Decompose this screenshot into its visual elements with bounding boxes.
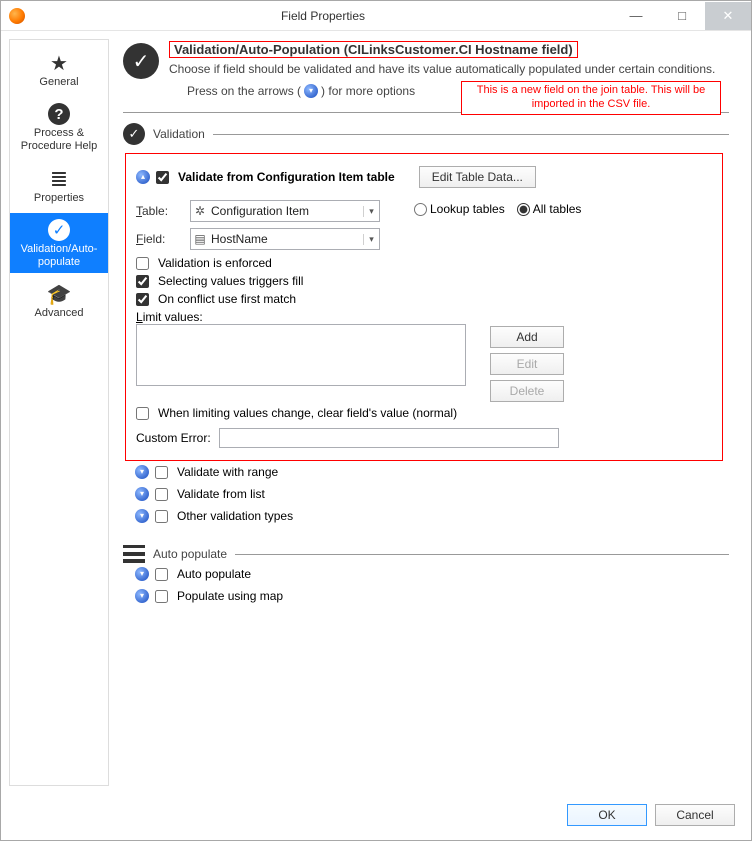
edit-table-data-button[interactable]: Edit Table Data... bbox=[419, 166, 536, 188]
edit-button[interactable]: Edit bbox=[490, 353, 564, 375]
minimize-button[interactable]: — bbox=[613, 2, 659, 30]
add-button[interactable]: Add bbox=[490, 326, 564, 348]
sidebar-label-process-help: Process & Procedure Help bbox=[12, 127, 106, 153]
validate-list-label: Validate from list bbox=[177, 487, 265, 501]
sidebar-item-general[interactable]: ★ General bbox=[10, 46, 108, 93]
table-combo-value: Configuration Item bbox=[209, 204, 363, 218]
validation-enforced-checkbox[interactable] bbox=[136, 257, 149, 270]
sidebar-item-process-help[interactable]: ? Process & Procedure Help bbox=[10, 97, 108, 157]
chevron-down-icon[interactable]: ▾ bbox=[363, 234, 379, 245]
sidebar-item-properties[interactable]: ≣ Properties bbox=[10, 162, 108, 209]
field-label: Field: bbox=[136, 232, 184, 246]
custom-error-input[interactable] bbox=[219, 428, 559, 448]
arrow-down-icon bbox=[304, 84, 318, 98]
expand-icon[interactable] bbox=[135, 589, 149, 603]
expand-icon[interactable] bbox=[135, 509, 149, 523]
triggers-fill-checkbox[interactable] bbox=[136, 275, 149, 288]
validate-list-checkbox[interactable] bbox=[155, 488, 168, 501]
validation-enforced-label: Validation is enforced bbox=[158, 256, 272, 270]
field-combo-value: HostName bbox=[209, 232, 363, 246]
sidebar-label-general: General bbox=[12, 76, 106, 89]
auto-populate-label: Auto populate bbox=[177, 567, 251, 581]
titlebar[interactable]: Field Properties — □ ✕ bbox=[1, 1, 751, 31]
limit-values-label: Limit values: bbox=[136, 310, 466, 324]
field-properties-window: Field Properties — □ ✕ ★ General ? Proce… bbox=[0, 0, 752, 841]
sidebar-item-validation[interactable]: ✓ Validation/Auto-populate bbox=[10, 213, 108, 273]
chevron-down-icon[interactable]: ▾ bbox=[363, 206, 379, 217]
sidebar-item-advanced[interactable]: 🎓 Advanced bbox=[10, 277, 108, 324]
when-limiting-checkbox[interactable] bbox=[136, 407, 149, 420]
validation-group: Validate from Configuration Item table E… bbox=[125, 153, 723, 461]
validation-section-label: Validation bbox=[153, 127, 205, 141]
table-combo[interactable]: ✲ Configuration Item ▾ bbox=[190, 200, 380, 222]
auto-populate-checkbox[interactable] bbox=[155, 568, 168, 581]
validate-from-table-checkbox[interactable] bbox=[156, 171, 169, 184]
close-button[interactable]: ✕ bbox=[705, 2, 751, 30]
check-icon: ✓ bbox=[123, 43, 159, 79]
validate-range-checkbox[interactable] bbox=[155, 466, 168, 479]
lookup-tables-radio[interactable]: Lookup tables bbox=[408, 202, 505, 216]
delete-button[interactable]: Delete bbox=[490, 380, 564, 402]
first-match-label: On conflict use first match bbox=[158, 292, 296, 306]
all-tables-radio[interactable]: All tables bbox=[511, 202, 582, 216]
ok-button[interactable]: OK bbox=[567, 804, 647, 826]
expand-icon[interactable] bbox=[135, 465, 149, 479]
expand-icon[interactable] bbox=[135, 567, 149, 581]
table-label: Table: bbox=[136, 204, 184, 218]
dialog-footer: OK Cancel bbox=[1, 794, 751, 840]
list-icon: ≣ bbox=[12, 166, 106, 192]
document-icon: ▤ bbox=[191, 232, 209, 246]
sidebar: ★ General ? Process & Procedure Help ≣ P… bbox=[9, 39, 109, 786]
custom-error-label: Custom Error: bbox=[136, 431, 211, 445]
expand-icon[interactable] bbox=[135, 487, 149, 501]
limit-values-list[interactable] bbox=[136, 324, 466, 386]
autopopulate-section-label: Auto populate bbox=[153, 547, 227, 561]
main-panel: ✓ Validation/Auto-Population (CILinksCus… bbox=[109, 31, 743, 794]
check-circle-icon: ✓ bbox=[12, 217, 106, 243]
validate-range-label: Validate with range bbox=[177, 465, 278, 479]
collapse-icon[interactable] bbox=[136, 170, 150, 184]
cancel-button[interactable]: Cancel bbox=[655, 804, 735, 826]
annotation-callout: This is a new field on the join table. T… bbox=[461, 81, 721, 115]
sidebar-label-properties: Properties bbox=[12, 192, 106, 205]
first-match-checkbox[interactable] bbox=[136, 293, 149, 306]
other-validation-label: Other validation types bbox=[177, 509, 293, 523]
sidebar-label-validation: Validation/Auto-populate bbox=[12, 243, 106, 269]
validate-from-table-label: Validate from Configuration Item table bbox=[178, 170, 395, 184]
star-icon: ★ bbox=[12, 50, 106, 76]
field-combo[interactable]: ▤ HostName ▾ bbox=[190, 228, 380, 250]
page-subtitle: Choose if field should be validated and … bbox=[169, 62, 729, 76]
validation-section-icon: ✓ bbox=[123, 123, 145, 145]
autopopulate-section-icon bbox=[123, 545, 145, 563]
maximize-button[interactable]: □ bbox=[659, 2, 705, 30]
populate-map-checkbox[interactable] bbox=[155, 590, 168, 603]
window-title: Field Properties bbox=[33, 9, 613, 23]
triggers-fill-label: Selecting values triggers fill bbox=[158, 274, 303, 288]
sidebar-label-advanced: Advanced bbox=[12, 307, 106, 320]
page-title: Validation/Auto-Population (CILinksCusto… bbox=[170, 40, 577, 59]
question-icon: ? bbox=[12, 101, 106, 127]
populate-map-label: Populate using map bbox=[177, 589, 283, 603]
graduation-icon: 🎓 bbox=[12, 281, 106, 307]
when-limiting-label: When limiting values change, clear field… bbox=[158, 406, 457, 420]
entity-icon: ✲ bbox=[191, 204, 209, 218]
app-icon bbox=[9, 8, 25, 24]
other-validation-checkbox[interactable] bbox=[155, 510, 168, 523]
